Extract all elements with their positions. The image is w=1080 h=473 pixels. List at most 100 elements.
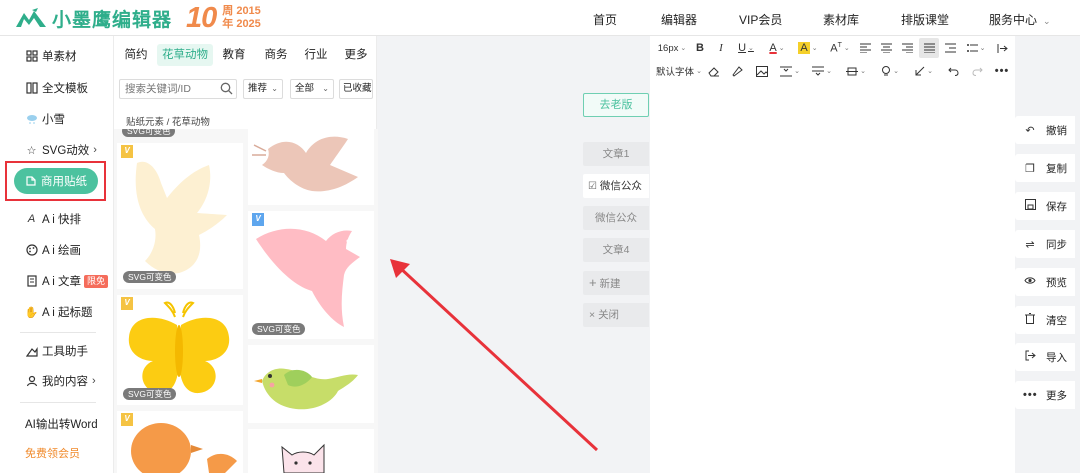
undo-small-icon[interactable] (946, 63, 960, 79)
import-icon (1023, 350, 1037, 364)
grid-icon (25, 50, 38, 63)
nav-materials[interactable]: 素材库 (823, 11, 859, 28)
article-tab-1[interactable]: 文章1 (583, 142, 649, 166)
sticker-card-pink-cat[interactable] (248, 429, 374, 473)
sidebar-item-tools[interactable]: 工具助手 (25, 341, 88, 361)
font-family-value: 默认字体 (656, 67, 695, 78)
clear-button[interactable]: 清空 (1015, 306, 1075, 334)
align-left-icon[interactable] (858, 40, 872, 56)
svg-recolor-tag: SVG可变色 (123, 388, 177, 400)
tab-business[interactable]: 商务 (262, 44, 290, 66)
eagle-logo-icon (16, 8, 46, 27)
tab-industry[interactable]: 行业 (302, 44, 330, 66)
filter-all[interactable]: 全部 ⌄ (290, 79, 334, 99)
exit-format-icon[interactable] (995, 40, 1009, 56)
sidebar-item-label: SVG动效 (42, 145, 90, 157)
more-button[interactable]: ••• 更多 (1015, 381, 1075, 409)
list-icon[interactable]: ⌄ (963, 40, 989, 56)
sidebar-item-label: A i 起标题 (42, 307, 93, 319)
font-family-select[interactable]: 默认字体 ⌄ (655, 63, 703, 79)
sidebar-item-ai-title[interactable]: ✋ A i 起标题 (25, 302, 93, 322)
dove-sticker-image (135, 161, 227, 274)
sidebar-item-my-content[interactable]: 我的内容 › (25, 371, 96, 391)
sidebar-item-label: 单素材 (42, 51, 77, 63)
italic-icon[interactable]: I (714, 40, 728, 56)
redo-small-icon[interactable] (970, 63, 984, 79)
sidebar-item-ai-to-word[interactable]: AI输出转Word (25, 414, 98, 434)
import-button[interactable]: 导入 (1015, 343, 1075, 371)
text-effect-icon[interactable]: AT ⌄ (827, 40, 853, 56)
font-size-select[interactable]: 16px ⌄ (655, 40, 689, 56)
action-label: 撤销 (1046, 124, 1067, 137)
preview-button[interactable]: 预览 (1015, 268, 1075, 296)
sticker-card-orange-bird[interactable]: V (117, 411, 243, 473)
free-vip-link[interactable]: 免费领会员 (25, 445, 80, 461)
indent-icon[interactable] (943, 40, 957, 56)
svg-recolor-tag: SVG可变色 (123, 271, 177, 283)
align-right-icon[interactable] (900, 40, 914, 56)
svg-recolor-tag: SVG可变色 (122, 129, 176, 137)
sidebar-item-ai-article[interactable]: A i 文章 限免 (25, 271, 108, 291)
line-spacing-icon[interactable]: ⌄ (778, 63, 802, 79)
sidebar-divider (20, 332, 96, 333)
sidebar-item-full-template[interactable]: 全文模板 (25, 78, 88, 98)
save-icon (1023, 199, 1037, 213)
nav-layout-class[interactable]: 排版课堂 (901, 11, 949, 28)
highlight-color-icon[interactable]: A ⌄ (795, 40, 821, 56)
sync-button[interactable]: ⇌ 同步 (1015, 230, 1075, 258)
save-button[interactable]: 保存 (1015, 192, 1075, 220)
top-navbar: 小墨鹰编辑器 10 周 2015 年 2025 首页 编辑器 VIP会员 素材库… (0, 0, 1080, 36)
format-painter-icon[interactable] (730, 63, 744, 79)
copy-button[interactable]: ❐ 复制 (1015, 154, 1075, 182)
align-center-icon[interactable] (879, 40, 893, 56)
sidebar-item-svg-effects[interactable]: ☆ SVG动效 › (25, 140, 97, 160)
letter-spacing-icon[interactable]: ⌄ (844, 63, 868, 79)
sticker-card-cream-dove[interactable]: V SVG可变色 (117, 143, 243, 289)
sticker-card-pink-dove[interactable] (248, 129, 374, 205)
align-justify-icon[interactable] (919, 38, 939, 58)
search-icon[interactable] (220, 82, 233, 95)
tab-simple[interactable]: 简约 (122, 44, 150, 66)
undo-icon: ↶ (1025, 124, 1035, 137)
eraser-icon[interactable] (707, 63, 721, 79)
category-tabs: 简约 花草动物 教育 商务 行业 更多 (114, 44, 378, 66)
svg-recolor-tag: SVG可变色 (252, 323, 306, 335)
sticker-card-green-bird[interactable] (248, 345, 374, 423)
sticker-card-yellow-butterfly[interactable]: V SVG可变色 (117, 295, 243, 405)
article-tab-3[interactable]: 微信公众 (583, 206, 649, 230)
filter-favorited[interactable]: 已收藏 (339, 79, 373, 99)
filter-recommend[interactable]: 推荐 ⌄ (243, 79, 283, 99)
nav-editor[interactable]: 编辑器 (661, 11, 697, 28)
ai-icon: A (27, 213, 36, 225)
text-color-icon[interactable]: A ⌄ (765, 40, 789, 56)
sidebar-divider (20, 402, 96, 403)
old-version-button[interactable]: 去老版 (583, 93, 649, 117)
arrow-down-left-icon[interactable]: ⌄ (912, 63, 936, 79)
sidebar-item-label: 全文模板 (42, 83, 88, 95)
paragraph-spacing-icon[interactable]: ⌄ (810, 63, 834, 79)
more-options-icon[interactable]: ••• (994, 63, 1010, 79)
tab-more[interactable]: 更多 (342, 44, 370, 66)
logo[interactable]: 小墨鹰编辑器 (14, 6, 172, 31)
article-tab-2[interactable]: ☑ 微信公众 (583, 174, 649, 198)
sticker-card-pink-bird[interactable]: V SVG可变色 (248, 211, 374, 339)
sidebar-item-label: A i 绘画 (42, 245, 81, 257)
sidebar-item-ai-painting[interactable]: A i 绘画 (25, 240, 81, 260)
image-icon[interactable] (754, 63, 770, 79)
sidebar-item-single-material[interactable]: 单素材 (25, 46, 77, 66)
nav-service-center[interactable]: 服务中心 ⌄ (989, 11, 1051, 28)
sidebar-item-snow[interactable]: 小雪 (25, 109, 65, 129)
editor-canvas[interactable] (650, 36, 1015, 473)
nav-vip[interactable]: VIP会员 (739, 11, 782, 28)
nav-home[interactable]: 首页 (593, 11, 617, 28)
chevron-right-icon: › (92, 375, 96, 387)
sidebar-item-label: 我的内容 (42, 376, 88, 388)
undo-button[interactable]: ↶ 撤销 (1015, 116, 1075, 144)
tab-flora-fauna[interactable]: 花草动物 (157, 44, 213, 66)
underline-icon[interactable]: U ⌄ (735, 40, 757, 56)
lightbulb-icon[interactable]: ⌄ (878, 63, 902, 79)
tab-education[interactable]: 教育 (220, 44, 248, 66)
green-bird-sticker-image (254, 368, 358, 410)
sidebar-item-ai-quick-layout[interactable]: A A i 快排 (25, 209, 81, 229)
bold-icon[interactable]: B (693, 40, 707, 56)
